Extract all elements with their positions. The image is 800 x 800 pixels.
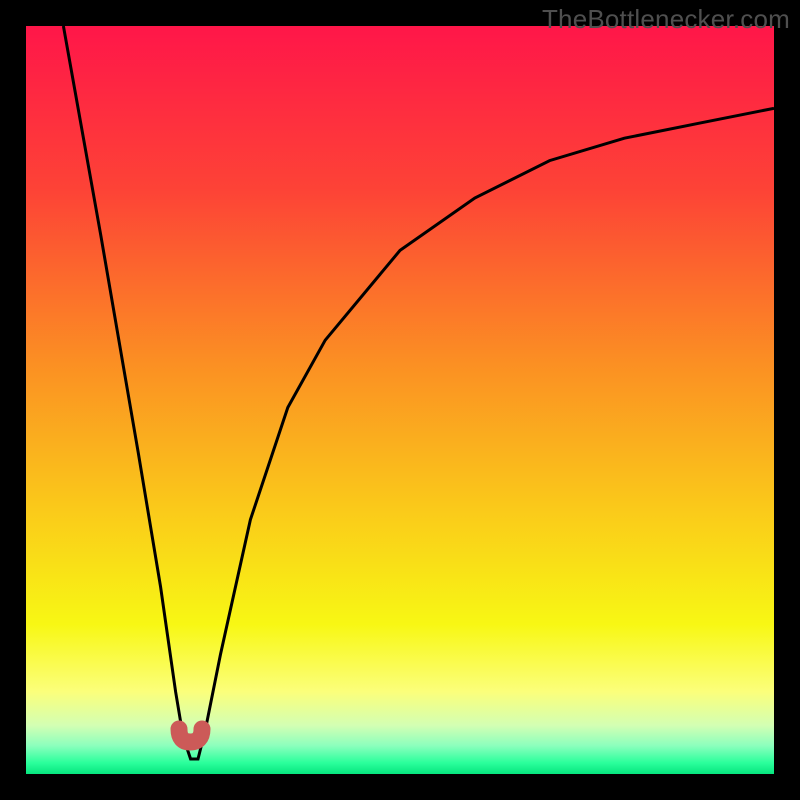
chart-container: TheBottlenecker.com	[0, 0, 800, 800]
gradient-background	[26, 26, 774, 774]
chart-plot	[26, 26, 774, 774]
watermark-text: TheBottlenecker.com	[542, 4, 790, 35]
